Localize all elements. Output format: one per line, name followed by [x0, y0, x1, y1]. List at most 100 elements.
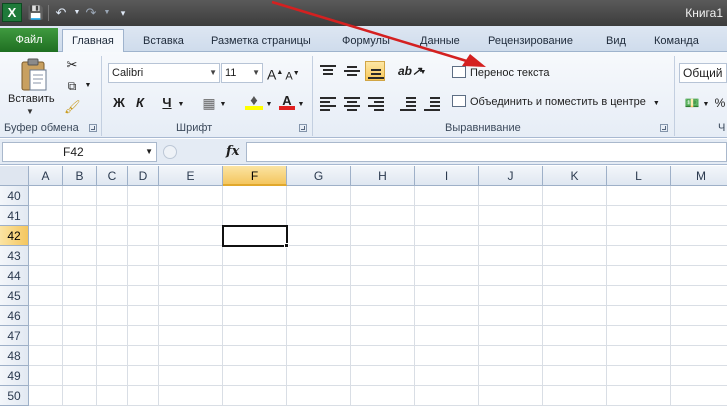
tab-page-layout[interactable]: Разметка страницы [211, 30, 311, 52]
cell-a41[interactable] [29, 206, 63, 226]
cell-h47[interactable] [351, 326, 415, 346]
save-icon[interactable]: 💾 [27, 4, 45, 22]
tab-team[interactable]: Команда [654, 30, 699, 52]
orientation-dropdown-icon[interactable]: ▼ [419, 64, 427, 82]
row-header-41[interactable]: 41 [0, 206, 29, 226]
cell-g50[interactable] [287, 386, 351, 406]
cell-e40[interactable] [159, 186, 223, 206]
cell-d47[interactable] [128, 326, 159, 346]
cell-k40[interactable] [543, 186, 607, 206]
name-box[interactable]: F42 ▼ [2, 142, 157, 162]
cell-g41[interactable] [287, 206, 351, 226]
cell-k47[interactable] [543, 326, 607, 346]
cell-i41[interactable] [415, 206, 479, 226]
name-box-dropdown-icon[interactable]: ▼ [145, 147, 153, 156]
column-header-l[interactable]: L [607, 166, 671, 186]
font-color-button[interactable]: А [279, 92, 295, 110]
cell-f44[interactable] [223, 266, 287, 286]
font-name-dropdown-icon[interactable]: ▼ [209, 64, 217, 82]
cell-a43[interactable] [29, 246, 63, 266]
cell-a45[interactable] [29, 286, 63, 306]
cell-b50[interactable] [63, 386, 97, 406]
cell-j49[interactable] [479, 366, 543, 386]
paste-button[interactable]: Вставить [8, 93, 55, 105]
cell-f49[interactable] [223, 366, 287, 386]
cell-b45[interactable] [63, 286, 97, 306]
cell-g44[interactable] [287, 266, 351, 286]
cell-i49[interactable] [415, 366, 479, 386]
tab-insert[interactable]: Вставка [143, 30, 184, 52]
column-header-h[interactable]: H [351, 166, 415, 186]
cell-a46[interactable] [29, 306, 63, 326]
alignment-launcher-icon[interactable] [660, 124, 668, 132]
cell-i47[interactable] [415, 326, 479, 346]
orientation-icon[interactable]: ab↗ [398, 62, 422, 80]
cell-d44[interactable] [128, 266, 159, 286]
cell-f50[interactable] [223, 386, 287, 406]
row-header-44[interactable]: 44 [0, 266, 29, 286]
cell-b44[interactable] [63, 266, 97, 286]
font-name-combo[interactable]: Calibri ▼ [108, 63, 220, 83]
cell-m44[interactable] [671, 266, 727, 286]
font-size-combo[interactable]: 11 ▼ [221, 63, 263, 83]
percent-button[interactable]: % [714, 94, 726, 112]
cell-b48[interactable] [63, 346, 97, 366]
cell-b47[interactable] [63, 326, 97, 346]
column-header-d[interactable]: D [128, 166, 159, 186]
cell-d45[interactable] [128, 286, 159, 306]
cell-h48[interactable] [351, 346, 415, 366]
cell-a48[interactable] [29, 346, 63, 366]
cell-i50[interactable] [415, 386, 479, 406]
cell-m47[interactable] [671, 326, 727, 346]
cell-i44[interactable] [415, 266, 479, 286]
cell-j43[interactable] [479, 246, 543, 266]
cell-a44[interactable] [29, 266, 63, 286]
cell-a40[interactable] [29, 186, 63, 206]
cell-d43[interactable] [128, 246, 159, 266]
cell-c44[interactable] [97, 266, 128, 286]
cell-m50[interactable] [671, 386, 727, 406]
cell-d41[interactable] [128, 206, 159, 226]
worksheet-grid[interactable]: A B C D E F G H I J K L M 40 41 42 43 44 45 46 47 48 49 50 [0, 166, 727, 415]
cell-c42[interactable] [97, 226, 128, 246]
column-header-f[interactable]: F [223, 166, 287, 186]
insert-function-button[interactable]: fx [226, 144, 239, 159]
borders-icon[interactable]: ▦ [201, 94, 217, 112]
font-launcher-icon[interactable] [299, 124, 307, 132]
cell-f41[interactable] [223, 206, 287, 226]
cell-g45[interactable] [287, 286, 351, 306]
cell-e41[interactable] [159, 206, 223, 226]
cell-g43[interactable] [287, 246, 351, 266]
cell-a47[interactable] [29, 326, 63, 346]
tab-view[interactable]: Вид [606, 30, 626, 52]
underline-dropdown-icon[interactable]: ▼ [177, 96, 185, 114]
copy-icon[interactable]: ⧉ [64, 78, 80, 94]
tab-formulas[interactable]: Формулы [342, 30, 390, 52]
cell-e49[interactable] [159, 366, 223, 386]
cell-h50[interactable] [351, 386, 415, 406]
cell-a49[interactable] [29, 366, 63, 386]
cell-m49[interactable] [671, 366, 727, 386]
cell-i46[interactable] [415, 306, 479, 326]
cell-k42[interactable] [543, 226, 607, 246]
cell-m42[interactable] [671, 226, 727, 246]
cell-b40[interactable] [63, 186, 97, 206]
cell-e42[interactable] [159, 226, 223, 246]
cell-i48[interactable] [415, 346, 479, 366]
currency-dropdown-icon[interactable]: ▼ [702, 96, 710, 114]
cell-l41[interactable] [607, 206, 671, 226]
cell-l45[interactable] [607, 286, 671, 306]
cell-d50[interactable] [128, 386, 159, 406]
excel-app-icon[interactable]: X [2, 3, 22, 22]
cell-f40[interactable] [223, 186, 287, 206]
cell-l42[interactable] [607, 226, 671, 246]
cell-j47[interactable] [479, 326, 543, 346]
cell-e48[interactable] [159, 346, 223, 366]
underline-button[interactable]: Ч [160, 94, 174, 112]
grow-font-button[interactable]: A▲ [267, 64, 283, 83]
formula-bar-splitter-icon[interactable] [163, 145, 177, 159]
column-header-m[interactable]: M [671, 166, 727, 186]
cell-m46[interactable] [671, 306, 727, 326]
cell-c48[interactable] [97, 346, 128, 366]
tab-data[interactable]: Данные [420, 30, 460, 52]
